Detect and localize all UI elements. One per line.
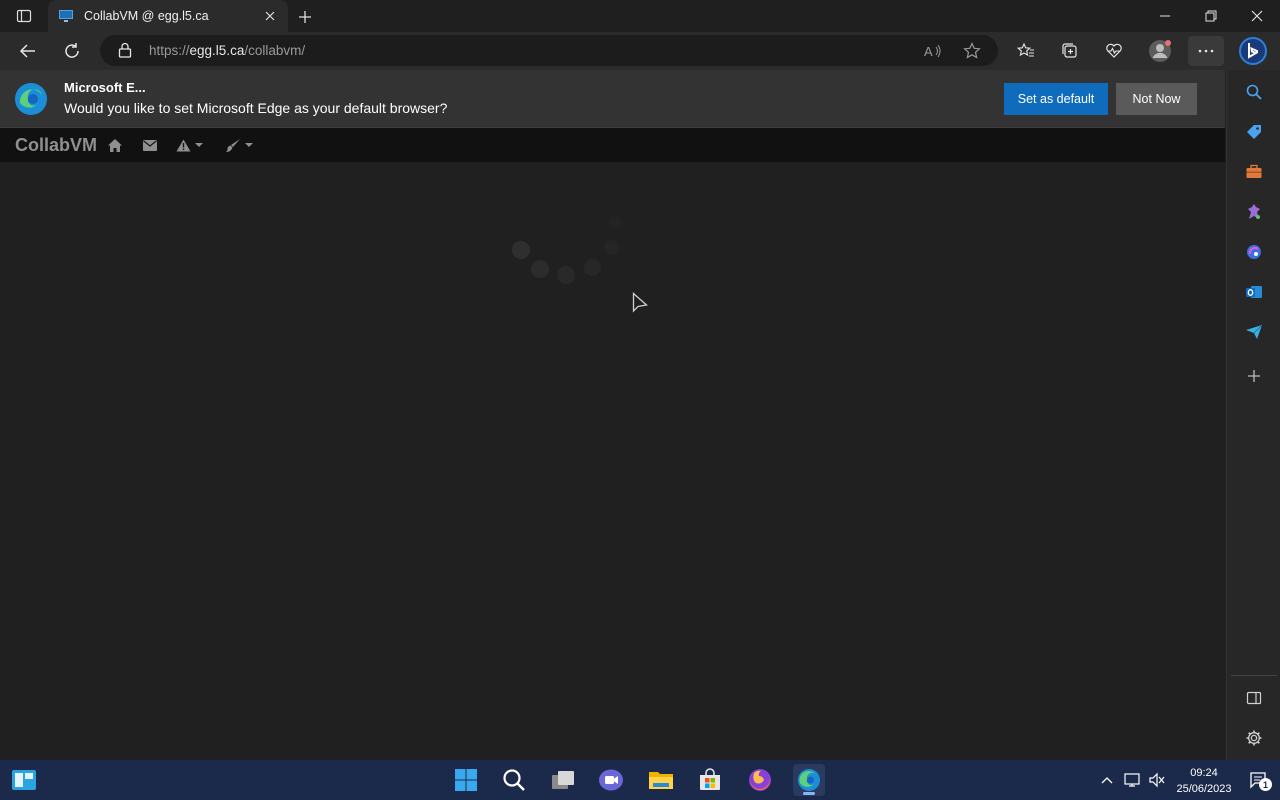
tab-actions-icon[interactable] bbox=[8, 5, 40, 27]
url-scheme: https:// bbox=[149, 43, 190, 58]
search-icon[interactable] bbox=[498, 764, 530, 796]
favorite-star-icon[interactable] bbox=[962, 41, 982, 61]
spinner-dot bbox=[584, 259, 601, 276]
firefox-icon[interactable] bbox=[744, 764, 776, 796]
search-icon[interactable] bbox=[1242, 80, 1266, 104]
infobar-title: Microsoft E... bbox=[64, 80, 146, 95]
clock-date: 25/06/2023 bbox=[1176, 783, 1232, 795]
brush-menu[interactable] bbox=[225, 137, 253, 153]
spinner-dot bbox=[531, 260, 549, 278]
monitor-favicon-icon bbox=[59, 10, 73, 22]
send-icon[interactable] bbox=[1242, 320, 1266, 344]
panel-icon[interactable] bbox=[1242, 686, 1266, 710]
minimize-icon[interactable] bbox=[1142, 0, 1188, 32]
lock-icon[interactable] bbox=[118, 42, 132, 63]
svg-text:A: A bbox=[924, 44, 933, 59]
start-icon[interactable] bbox=[450, 764, 482, 796]
tab-collabvm[interactable]: CollabVM @ egg.l5.ca bbox=[48, 0, 288, 32]
tab-title: CollabVM @ egg.l5.ca bbox=[84, 9, 209, 23]
url-text[interactable]: https://egg.l5.ca/collabvm/ bbox=[149, 43, 305, 58]
close-tab-icon[interactable] bbox=[262, 8, 278, 24]
envelope-icon[interactable] bbox=[143, 137, 157, 153]
bing-copilot-icon[interactable] bbox=[1238, 36, 1268, 66]
notification-count-badge: 1 bbox=[1259, 778, 1272, 791]
chevron-down-icon bbox=[195, 143, 203, 147]
set-as-default-button[interactable]: Set as default bbox=[1004, 83, 1108, 115]
url-path: /collabvm/ bbox=[244, 43, 306, 58]
file-explorer-icon[interactable] bbox=[645, 764, 677, 796]
mouse-cursor-icon bbox=[632, 292, 648, 313]
notification-icon[interactable]: 1 bbox=[1247, 770, 1272, 791]
task-view-icon[interactable] bbox=[547, 764, 579, 796]
brush-icon bbox=[226, 138, 240, 152]
chevron-down-icon bbox=[245, 143, 253, 147]
tag-icon[interactable] bbox=[1242, 120, 1266, 144]
edge-logo-icon bbox=[15, 83, 47, 115]
default-browser-infobar: Microsoft E... Would you like to set Mic… bbox=[0, 70, 1225, 128]
network-icon[interactable] bbox=[1122, 770, 1142, 790]
add-icon[interactable] bbox=[1242, 364, 1266, 388]
outlook-icon[interactable] bbox=[1242, 280, 1266, 304]
spinner-dot bbox=[512, 241, 530, 259]
sidebar-divider bbox=[1231, 675, 1277, 676]
title-bar: CollabVM @ egg.l5.ca bbox=[0, 0, 1280, 32]
spinner-dot bbox=[557, 266, 575, 284]
clock-time: 09:24 bbox=[1190, 767, 1218, 779]
browser-essentials-icon[interactable] bbox=[1099, 36, 1129, 66]
chevron-up-icon[interactable] bbox=[1097, 770, 1117, 790]
games-icon[interactable] bbox=[1242, 200, 1266, 224]
warning-menu[interactable] bbox=[176, 137, 203, 153]
chat-icon[interactable] bbox=[595, 764, 627, 796]
close-window-icon[interactable] bbox=[1234, 0, 1280, 32]
url-host: egg.l5.ca bbox=[189, 43, 245, 58]
infobar-message: Would you like to set Microsoft Edge as … bbox=[64, 100, 448, 116]
edge-sidebar bbox=[1226, 70, 1280, 760]
brand-logo[interactable]: CollabVM bbox=[15, 135, 97, 156]
widgets-icon[interactable] bbox=[8, 764, 40, 796]
profile-avatar-icon[interactable] bbox=[1145, 36, 1175, 66]
spinner-dot bbox=[609, 216, 622, 229]
copilot-icon[interactable] bbox=[1242, 240, 1266, 264]
volume-muted-icon[interactable] bbox=[1147, 770, 1167, 790]
more-options-icon[interactable] bbox=[1188, 36, 1224, 66]
collections-icon[interactable] bbox=[1055, 36, 1085, 66]
refresh-icon[interactable] bbox=[57, 36, 87, 66]
taskbar-clock[interactable]: 09:24 25/06/2023 bbox=[1172, 765, 1236, 797]
windows-taskbar: 09:24 25/06/2023 1 bbox=[0, 760, 1280, 800]
address-bar[interactable]: https://egg.l5.ca/collabvm/ A bbox=[100, 35, 998, 66]
read-aloud-icon[interactable]: A bbox=[923, 41, 943, 61]
edge-icon[interactable] bbox=[793, 764, 825, 796]
home-icon[interactable] bbox=[107, 137, 123, 153]
collabvm-navbar: CollabVM bbox=[0, 128, 1225, 162]
vm-viewport[interactable] bbox=[0, 162, 1225, 760]
browser-toolbar: https://egg.l5.ca/collabvm/ A bbox=[0, 32, 1280, 70]
store-icon[interactable] bbox=[694, 764, 726, 796]
settings-icon[interactable] bbox=[1242, 726, 1266, 750]
back-icon[interactable] bbox=[13, 36, 43, 66]
new-tab-icon[interactable] bbox=[294, 6, 316, 28]
spinner-dot bbox=[604, 240, 619, 255]
not-now-button[interactable]: Not Now bbox=[1116, 83, 1197, 115]
warning-icon bbox=[176, 139, 191, 151]
restore-icon[interactable] bbox=[1188, 0, 1234, 32]
favorites-icon[interactable] bbox=[1011, 36, 1041, 66]
toolbox-icon[interactable] bbox=[1242, 160, 1266, 184]
